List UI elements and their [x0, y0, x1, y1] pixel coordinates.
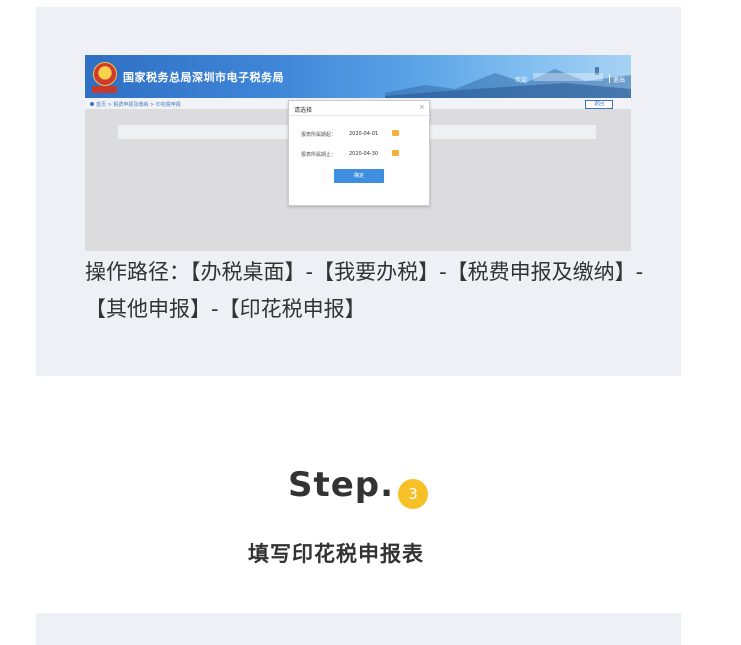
- tax-bureau-screenshot: 国家税务总局深圳市电子税务局 欢迎 退出 首页 > 税费申报及缴纳 > 印花税申…: [85, 55, 631, 251]
- end-period-label: 报表所属期止：: [301, 152, 337, 158]
- logout-link[interactable]: 退出: [613, 75, 625, 84]
- period-select-dialog: 请选择 × 报表所属期起： 2020-04-01 报表所属期止： 2020-04…: [288, 100, 430, 206]
- return-button[interactable]: 返回: [585, 100, 613, 109]
- end-date-field[interactable]: 2020-04-30: [349, 151, 378, 157]
- calendar-icon[interactable]: [392, 150, 399, 156]
- site-title: 国家税务总局深圳市电子税务局: [123, 71, 284, 84]
- dialog-title: 请选择: [294, 107, 313, 114]
- step-label: Step.: [288, 465, 395, 505]
- operation-path-caption: 操作路径：【办税桌面】-【我要办税】-【税费申报及缴纳】-【其他申报】-【印花税…: [85, 260, 644, 321]
- welcome-text: 欢迎: [515, 77, 528, 84]
- emblem-ribbon: [92, 86, 117, 93]
- step-number-badge: 3: [398, 479, 428, 509]
- calendar-icon[interactable]: [392, 130, 399, 136]
- breadcrumb-text[interactable]: 首页 > 税费申报及缴纳 > 印花税申报: [96, 102, 181, 108]
- confirm-button[interactable]: 确定: [334, 169, 384, 183]
- breadcrumb: 首页 > 税费申报及缴纳 > 印花税申报: [90, 101, 181, 108]
- location-pin-icon: [90, 102, 94, 106]
- start-period-label: 报表所属期起：: [301, 132, 337, 138]
- site-header: 国家税务总局深圳市电子税务局 欢迎 退出: [85, 55, 631, 98]
- step-title: 填写印花税申报表: [248, 542, 424, 566]
- next-card: [36, 613, 681, 645]
- close-icon[interactable]: ×: [419, 103, 425, 111]
- dialog-divider: [289, 115, 429, 116]
- start-date-field[interactable]: 2020-04-01: [349, 131, 378, 137]
- blurred-username: [533, 73, 603, 81]
- tax-emblem-icon: [93, 62, 117, 86]
- header-divider: [609, 74, 610, 83]
